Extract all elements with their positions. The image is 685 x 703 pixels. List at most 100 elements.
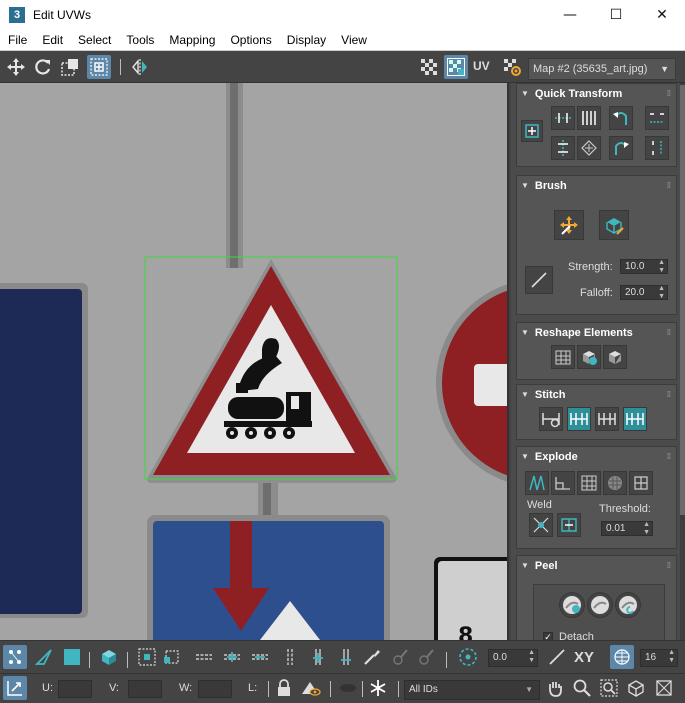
title-bar: 3 Edit UVWs — ☐ ✕ — [0, 0, 685, 30]
peel-header[interactable]: ▼ Peel ⁞⁞ — [517, 556, 676, 575]
zoom-selected-icon[interactable] — [652, 676, 676, 700]
stitch-custom-icon[interactable] — [539, 407, 563, 431]
peel-mode-icon[interactable] — [587, 592, 613, 618]
show-map-icon[interactable] — [444, 55, 468, 79]
uv-editor-viewport[interactable]: 8 — [0, 83, 509, 640]
show-hidden-icon[interactable] — [298, 676, 322, 700]
panel-scrollbar[interactable] — [680, 83, 685, 640]
menu-file[interactable]: File — [0, 33, 34, 47]
xy-axis-toggle[interactable]: XY — [574, 649, 594, 666]
move-tool-icon[interactable] — [4, 55, 28, 79]
shrink-ring-icon[interactable] — [248, 645, 272, 669]
detach-edge-icon[interactable] — [551, 471, 575, 495]
stitch-to-target-icon[interactable] — [567, 407, 591, 431]
rotate-angle-icon[interactable] — [456, 645, 480, 669]
paint-select-icon[interactable] — [360, 645, 384, 669]
set-pivot-icon[interactable] — [521, 120, 543, 142]
rotate-cw-icon[interactable] — [609, 136, 633, 160]
relax-settings-icon[interactable] — [603, 345, 627, 369]
map-settings-icon[interactable] — [500, 55, 524, 79]
align-horizontal-icon[interactable] — [551, 106, 575, 130]
material-ids-select[interactable]: All IDs ▼ — [404, 680, 540, 700]
lock-icon[interactable] — [272, 676, 296, 700]
paint-move-icon[interactable] — [554, 210, 584, 240]
u-field[interactable] — [58, 680, 92, 698]
stitch-average-icon[interactable] — [595, 407, 619, 431]
menu-display[interactable]: Display — [279, 33, 333, 47]
rotate-tool-icon[interactable] — [31, 55, 55, 79]
pan-hand-icon[interactable] — [543, 676, 567, 700]
grow-selection-icon[interactable] — [135, 645, 159, 669]
explode-header[interactable]: ▼ Explode ⁞⁞ — [517, 447, 676, 466]
detach-checkbox[interactable]: ✓ — [543, 632, 553, 640]
grid-snap-icon[interactable] — [610, 645, 634, 669]
explode-by-material-icon[interactable] — [629, 471, 653, 495]
stitch-header[interactable]: ▼ Stitch ⁞⁞ — [517, 385, 676, 404]
peel-rollout: ▼ Peel ⁞⁞ ✓ Detach — [516, 555, 677, 640]
straighten-selection-icon[interactable] — [551, 345, 575, 369]
minimize-button[interactable]: — — [547, 0, 593, 30]
ring-selection-icon[interactable] — [192, 645, 216, 669]
checker-pattern-icon[interactable] — [417, 55, 441, 79]
weld-target-icon[interactable] — [529, 513, 553, 537]
strength-spinner[interactable]: 10.0 ▲ ▼ — [620, 259, 668, 274]
map-select-dropdown[interactable]: Map #2 (35635_art.jpg) ▼ — [528, 58, 676, 80]
explode-by-grid-icon[interactable] — [577, 471, 601, 495]
relax-icon[interactable] — [577, 345, 601, 369]
scale-tool-icon[interactable] — [58, 55, 82, 79]
shrink-loop-icon[interactable] — [334, 645, 358, 669]
snap-line-icon[interactable] — [545, 645, 569, 669]
relax-brush-icon[interactable] — [599, 210, 629, 240]
menu-options[interactable]: Options — [222, 33, 278, 47]
brush-header[interactable]: ▼ Brush ⁞⁞ — [517, 176, 676, 195]
absolute-offset-icon[interactable] — [3, 676, 27, 700]
align-top-icon[interactable] — [645, 106, 669, 130]
element-mode-icon[interactable] — [97, 645, 121, 669]
freeform-mode-icon[interactable] — [87, 55, 111, 79]
zoom-extents-icon[interactable] — [624, 676, 648, 700]
loop-selection-icon[interactable] — [278, 645, 302, 669]
vertex-mode-icon[interactable] — [3, 645, 27, 669]
maximize-button[interactable]: ☐ — [593, 0, 639, 30]
menu-mapping[interactable]: Mapping — [161, 33, 222, 47]
straighten-icon[interactable] — [577, 136, 601, 160]
stitch-to-source-icon[interactable] — [623, 407, 647, 431]
falloff-spinner[interactable]: 20.0 ▲ ▼ — [620, 285, 668, 300]
menu-select[interactable]: Select — [70, 33, 118, 47]
zoom-region-icon[interactable] — [597, 676, 621, 700]
brush-falloff-curve-icon[interactable] — [525, 266, 553, 294]
space-horizontal-icon[interactable] — [577, 106, 601, 130]
freeze-icon[interactable] — [366, 676, 390, 700]
uv-label[interactable]: UV — [473, 59, 490, 73]
polygon-mode-icon[interactable] — [60, 645, 84, 669]
paint-shrink-icon[interactable] — [414, 645, 438, 669]
quick-transform-header[interactable]: ▼ Quick Transform ⁞⁞ — [517, 84, 676, 103]
menu-edit[interactable]: Edit — [34, 33, 70, 47]
rotate-angle-field[interactable]: 0.0 ▲ ▼ — [488, 649, 538, 667]
rotate-ccw-icon[interactable] — [609, 106, 633, 130]
reset-peel-icon[interactable] — [615, 592, 641, 618]
zoom-icon[interactable] — [570, 676, 594, 700]
filter-hidden-icon[interactable] — [336, 676, 360, 700]
close-button[interactable]: ✕ — [639, 0, 685, 30]
quick-peel-icon[interactable] — [559, 592, 585, 618]
shrink-selection-icon[interactable] — [160, 645, 184, 669]
weld-selected-icon[interactable] — [557, 513, 581, 537]
align-left-icon[interactable] — [645, 136, 669, 160]
align-vertical-icon[interactable] — [551, 136, 575, 160]
reshape-elements-header[interactable]: ▼ Reshape Elements ⁞⁞ — [517, 323, 676, 342]
grid-size-field[interactable]: 16 ▲ ▼ — [640, 649, 678, 667]
paint-grow-icon[interactable] — [388, 645, 412, 669]
w-field[interactable] — [198, 680, 232, 698]
grow-ring-icon[interactable] — [220, 645, 244, 669]
v-field[interactable] — [128, 680, 162, 698]
edge-mode-icon[interactable] — [32, 645, 56, 669]
threshold-spinner[interactable]: 0.01 ▲ ▼ — [601, 521, 653, 536]
mirror-icon[interactable] — [128, 55, 152, 79]
menu-tools[interactable]: Tools — [118, 33, 161, 47]
break-icon[interactable] — [525, 471, 549, 495]
grow-loop-icon[interactable] — [306, 645, 330, 669]
explode-by-smoothing-icon[interactable] — [603, 471, 627, 495]
panel-scrollbar-thumb[interactable] — [680, 85, 685, 515]
menu-view[interactable]: View — [333, 33, 374, 47]
